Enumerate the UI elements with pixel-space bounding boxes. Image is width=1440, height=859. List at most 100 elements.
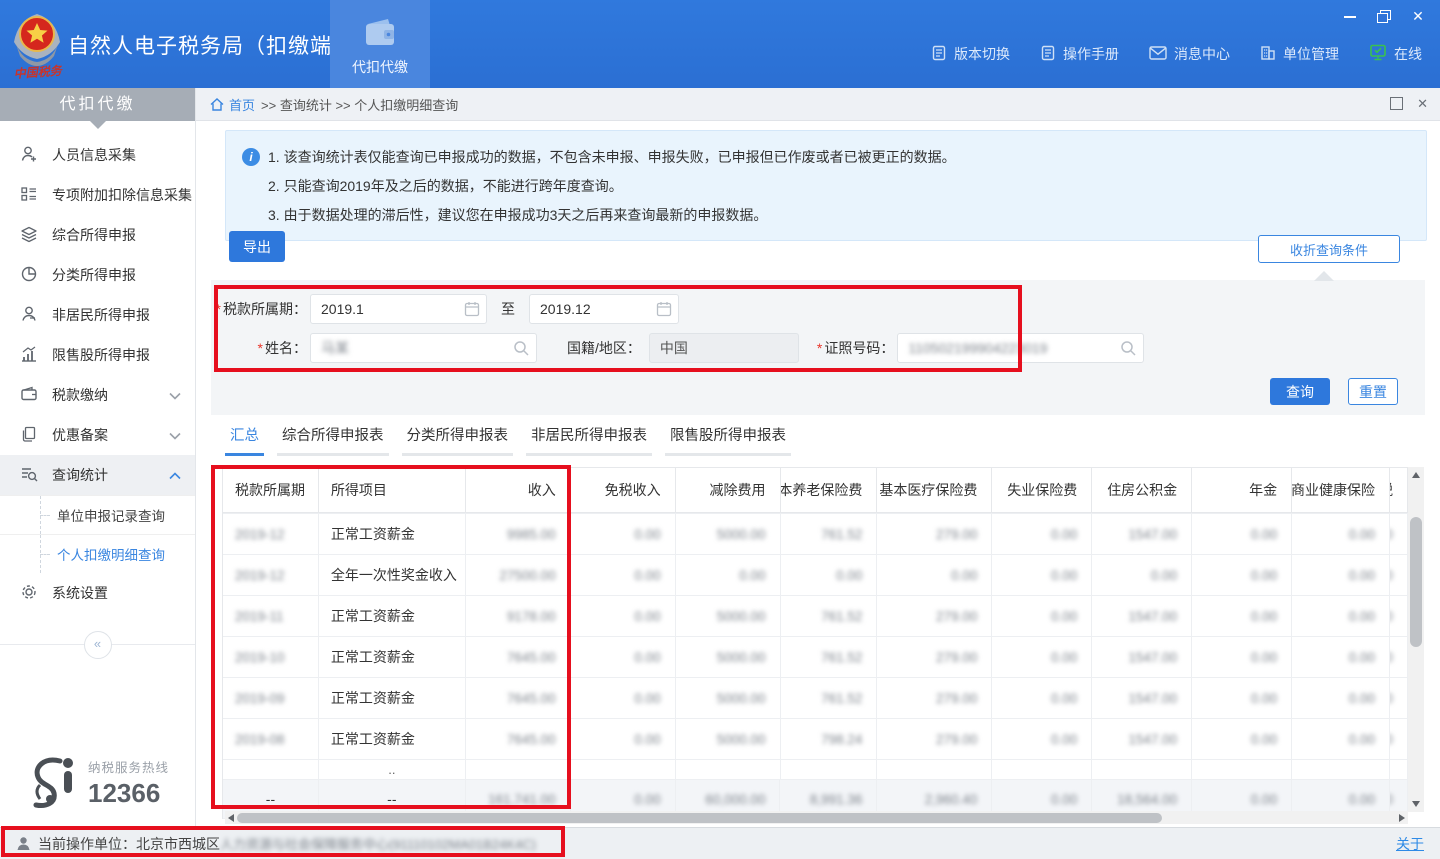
close-button[interactable]: ✕ — [1410, 9, 1426, 23]
cell-period — [223, 760, 319, 779]
period-from-input[interactable]: 2019.1 — [310, 294, 487, 324]
cell-value-3: 761.52 — [781, 678, 878, 718]
vertical-scroll-thumb[interactable] — [1410, 517, 1422, 647]
query-button[interactable]: 查询 — [1270, 378, 1330, 405]
tab-4[interactable]: 限售股所得申报表 — [665, 424, 791, 456]
tab-3[interactable]: 非居民所得申报表 — [526, 424, 652, 456]
online-icon — [1369, 44, 1387, 64]
sidebar-item-7[interactable]: 优惠备案 — [0, 415, 195, 455]
table-row-4[interactable]: 2019-09正常工资薪金7645.000.005000.00761.52279… — [223, 678, 1408, 719]
table-row-5[interactable]: 2019-08正常工资薪金7645.000.005000.00798.24279… — [223, 719, 1408, 760]
sidebar-subitem-0[interactable]: 单位申报记录查询 — [0, 495, 195, 534]
sidebar-item-settings[interactable]: 系统设置 — [0, 573, 195, 613]
about-link[interactable]: 关于 — [1396, 834, 1424, 854]
table-header-cell-4: 减除费用 — [676, 468, 781, 513]
name-input[interactable]: 马某 — [310, 333, 537, 363]
cell-value-4: 279.00 — [877, 678, 992, 718]
cell-value-9: 0.00 — [1390, 719, 1408, 759]
notice-line-3: 3. 由于数据处理的滞后性，建议您在申报成功3天之后再来查询最新的申报数据。 — [242, 201, 1410, 230]
cell-value-9: 0.00 — [1390, 514, 1408, 554]
cell-period: 2019-10 — [223, 637, 319, 677]
cell-value-8 — [1292, 760, 1390, 779]
minimize-button[interactable] — [1342, 9, 1358, 23]
table-row-3[interactable]: 2019-10正常工资薪金7645.000.005000.00761.52279… — [223, 637, 1408, 678]
sidebar-item-5[interactable]: 限售股所得申报 — [0, 335, 195, 375]
period-to-input[interactable]: 2019.12 — [529, 294, 679, 324]
header-menu-item-2[interactable]: 消息中心 — [1149, 44, 1230, 64]
sidebar-item-6[interactable]: 税款缴纳 — [0, 375, 195, 415]
sidebar-collapse-button[interactable]: « — [84, 631, 112, 659]
tab-1[interactable]: 综合所得申报表 — [277, 424, 389, 456]
sidebar-item-1[interactable]: 专项附加扣除信息采集 — [0, 175, 195, 215]
wallet-icon — [20, 385, 38, 406]
header-menu-item-0[interactable]: 版本切换 — [931, 44, 1010, 64]
notice-line-1: i1. 该查询统计表仅能查询已申报成功的数据，不包含未申报、申报失败，已申报但已… — [242, 143, 1410, 172]
tab-0[interactable]: 汇总 — [225, 424, 264, 456]
cell-value-2 — [676, 760, 781, 779]
collapse-filters-button[interactable]: 收折查询条件 — [1258, 235, 1400, 263]
wallet-icon — [330, 16, 430, 53]
current-unit-label: 当前操作单位： — [38, 834, 136, 854]
table-row-1[interactable]: 2019-12全年一次性奖金收入27500.000.000.000.000.00… — [223, 555, 1408, 596]
cell-value-9: 0.00 — [1390, 596, 1408, 636]
copy-icon — [20, 425, 38, 446]
pane-restore-button[interactable] — [1390, 97, 1403, 110]
search-icon[interactable] — [513, 340, 530, 360]
cell-value-3: 798.24 — [781, 719, 878, 759]
query-panel: *税款所属期： 2019.1 至 2019.12 *姓名： — [211, 280, 1425, 415]
table-row-2[interactable]: 2019-11正常工资薪金9178.000.005000.00761.52279… — [223, 596, 1408, 637]
cell-value-5: 0.00 — [992, 555, 1092, 595]
search-icon[interactable] — [1120, 340, 1137, 360]
horizontal-scroll-thumb[interactable] — [237, 813, 1162, 823]
tab-2[interactable]: 分类所得申报表 — [402, 424, 514, 456]
pie-chart-icon — [20, 265, 38, 286]
cell-value-4: 279.00 — [877, 719, 992, 759]
cell-value-8: 0.00 — [1292, 514, 1390, 554]
cell-value-3: 761.52 — [781, 637, 878, 677]
header-menu-label: 版本切换 — [954, 44, 1010, 64]
vertical-scrollbar[interactable] — [1408, 467, 1424, 812]
header-tab-label: 代扣代缴 — [330, 57, 430, 77]
user-icon — [16, 836, 31, 851]
cell-income-item: 正常工资薪金 — [319, 719, 466, 759]
sidebar-item-2[interactable]: 综合所得申报 — [0, 215, 195, 255]
scroll-up-arrow[interactable] — [1412, 472, 1420, 478]
cell-value-2: 5000.00 — [676, 678, 781, 718]
export-button[interactable]: 导出 — [229, 231, 285, 262]
sidebar-item-8[interactable]: 查询统计 — [0, 455, 195, 495]
id-number-input[interactable]: 110502199904223019 — [897, 333, 1144, 363]
table-header-cell-5: 基本养老保险费 — [781, 468, 878, 513]
cell-value-4: 279.00 — [877, 637, 992, 677]
cell-value-2: 5000.00 — [676, 719, 781, 759]
header-menu-item-1[interactable]: 操作手册 — [1040, 44, 1119, 64]
table-row-0[interactable]: 2019-12正常工资薪金9985.000.005000.00761.52279… — [223, 514, 1408, 555]
reset-button[interactable]: 重置 — [1348, 378, 1398, 405]
cell-value-0 — [466, 760, 571, 779]
calendar-icon[interactable] — [656, 301, 672, 320]
breadcrumb-home-link[interactable]: 首页 — [210, 95, 255, 114]
calendar-icon[interactable] — [464, 301, 480, 320]
cell-value-9: 0.00 — [1390, 637, 1408, 677]
sidebar-item-0[interactable]: 人员信息采集 — [0, 135, 195, 175]
cell-value-0: 9178.00 — [466, 596, 571, 636]
pane-close-button[interactable]: ✕ — [1417, 97, 1428, 110]
horizontal-scrollbar[interactable] — [225, 811, 1408, 824]
sidebar-subitem-1[interactable]: 个人扣缴明细查询 — [0, 534, 195, 573]
cell-value-2: 5000.00 — [676, 514, 781, 554]
chevron-down-icon — [169, 387, 181, 403]
pane-window-controls: ✕ — [1390, 97, 1428, 110]
sidebar-item-4[interactable]: 非居民所得申报 — [0, 295, 195, 335]
header-menu-label: 在线 — [1394, 44, 1422, 64]
cell-value-3 — [781, 760, 878, 779]
header-menu-item-3[interactable]: 单位管理 — [1260, 44, 1339, 64]
sidebar-item-3[interactable]: 分类所得申报 — [0, 255, 195, 295]
header-menu-label: 消息中心 — [1174, 44, 1230, 64]
form-list-icon — [20, 185, 38, 206]
scroll-right-arrow[interactable] — [1399, 814, 1405, 822]
restore-button[interactable] — [1376, 9, 1392, 23]
header-tab-withholding[interactable]: 代扣代缴 — [330, 0, 430, 88]
result-tabs: 汇总综合所得申报表分类所得申报表非居民所得申报表限售股所得申报表 — [225, 424, 804, 456]
header-menu-item-4[interactable]: 在线 — [1369, 44, 1422, 64]
scroll-left-arrow[interactable] — [228, 814, 234, 822]
scroll-down-arrow[interactable] — [1412, 801, 1420, 807]
